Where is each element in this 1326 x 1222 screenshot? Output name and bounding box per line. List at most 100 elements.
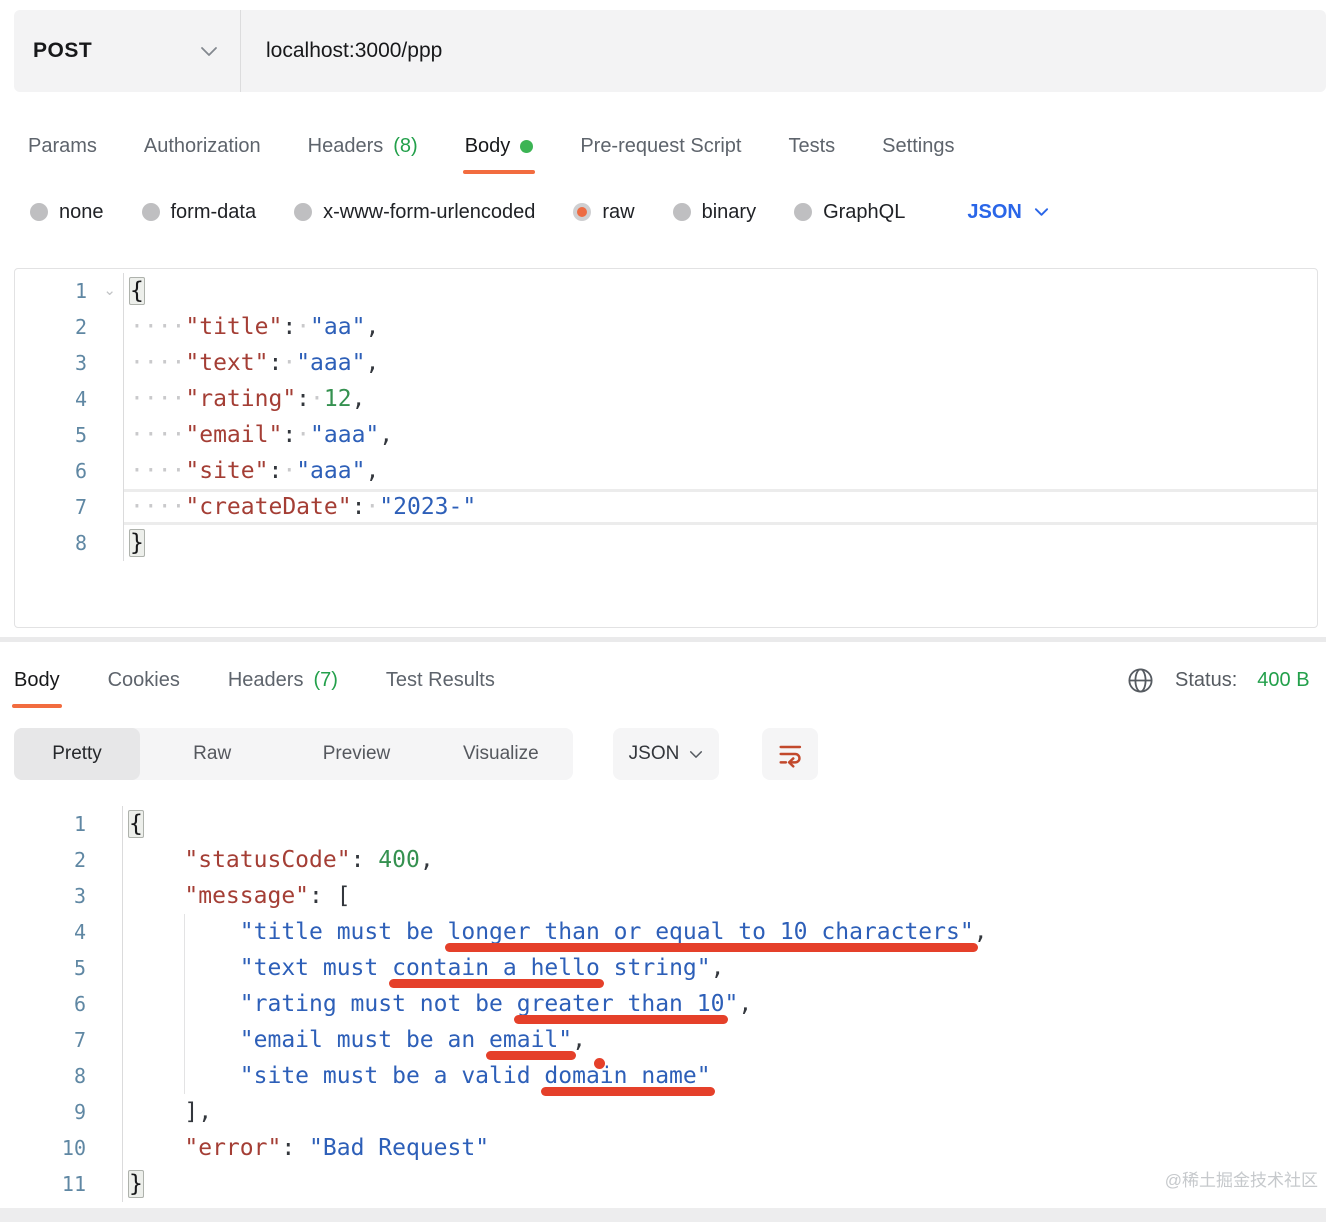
body-type-options: none form-data x-www-form-urlencoded raw…	[30, 190, 1049, 234]
code-text: "statusCode": 400,	[123, 842, 1326, 878]
code-line: 8 "site must be a valid domain name"	[14, 1058, 1326, 1094]
tab-response-headers[interactable]: Headers(7)	[228, 652, 338, 708]
line-number: 1	[14, 806, 123, 842]
view-pretty[interactable]: Pretty	[14, 728, 140, 780]
radio-form-data[interactable]: form-data	[142, 201, 257, 224]
code-text: "site must be a valid domain name"	[123, 1058, 1326, 1094]
tab-params[interactable]: Params	[28, 118, 97, 174]
response-format-select[interactable]: JSON	[613, 728, 719, 780]
code-text: "text must contain a hello string",	[123, 950, 1326, 986]
request-url-bar: POST localhost:3000/ppp	[14, 10, 1326, 92]
view-visualize[interactable]: Visualize	[429, 728, 573, 780]
wrap-lines-button[interactable]	[762, 728, 818, 780]
tab-pre-request-script[interactable]: Pre-request Script	[580, 118, 741, 174]
radio-raw[interactable]: raw	[573, 201, 634, 224]
headers-count-badge: (8)	[393, 135, 417, 158]
code-line: 2 "statusCode": 400,	[14, 842, 1326, 878]
code-line: 5 "text must contain a hello string",	[14, 950, 1326, 986]
code-line: 1{	[14, 806, 1326, 842]
line-number: 1⌄	[15, 273, 124, 309]
wrap-lines-icon	[776, 740, 804, 768]
tab-body[interactable]: Body	[465, 118, 534, 174]
tab-test-results[interactable]: Test Results	[386, 652, 495, 708]
red-underline-annotation: longer than or equal to 10 characters"	[448, 919, 974, 945]
line-number: 6	[14, 986, 123, 1022]
code-line: 7 "email must be an email",	[14, 1022, 1326, 1058]
line-number: 6	[15, 453, 124, 489]
line-number: 7	[15, 489, 124, 525]
line-number: 9	[14, 1094, 123, 1130]
radio-icon	[294, 203, 312, 221]
code-text[interactable]: ····"site":·"aaa",	[124, 453, 1317, 489]
code-text[interactable]: {	[124, 273, 1317, 309]
code-line[interactable]: 3····"text":·"aaa",	[15, 345, 1317, 381]
view-raw[interactable]: Raw	[140, 728, 284, 780]
code-line[interactable]: 5····"email":·"aaa",	[15, 417, 1317, 453]
line-number: 10	[14, 1130, 123, 1166]
code-text: ],	[123, 1094, 1326, 1130]
tab-headers[interactable]: Headers(8)	[308, 118, 418, 174]
line-number: 11	[14, 1166, 123, 1202]
code-text: }	[123, 1166, 1326, 1202]
line-number: 8	[14, 1058, 123, 1094]
red-underline-annotation: domain name"	[544, 1063, 710, 1089]
tab-settings[interactable]: Settings	[882, 118, 954, 174]
line-number: 4	[14, 914, 123, 950]
code-text: "rating must not be greater than 10",	[123, 986, 1326, 1022]
code-line: 10 "error": "Bad Request"	[14, 1130, 1326, 1166]
response-tabs: Body Cookies Headers(7) Test Results	[14, 652, 495, 708]
code-text: "email must be an email",	[123, 1022, 1326, 1058]
method-select[interactable]: POST	[14, 10, 240, 92]
radio-x-www-form-urlencoded[interactable]: x-www-form-urlencoded	[294, 201, 535, 224]
response-view-switcher: Pretty Raw Preview Visualize	[14, 728, 573, 780]
code-text[interactable]: ····"email":·"aaa",	[124, 417, 1317, 453]
code-line: 4 "title must be longer than or equal to…	[14, 914, 1326, 950]
bottom-status-band	[0, 1208, 1326, 1222]
response-body-viewer: 1{2 "statusCode": 400,3 "message": [4 "t…	[14, 800, 1326, 1202]
code-line[interactable]: 7····"createDate":·"2023-"	[15, 489, 1317, 525]
radio-icon	[673, 203, 691, 221]
request-body-editor[interactable]: 1⌄{2····"title":·"aa",3····"text":·"aaa"…	[14, 268, 1318, 628]
code-line[interactable]: 8}	[15, 525, 1317, 561]
indent-guide	[184, 986, 185, 1022]
radio-icon	[142, 203, 160, 221]
url-input[interactable]: localhost:3000/ppp	[241, 10, 1326, 92]
chevron-down-icon	[1034, 207, 1049, 217]
tab-cookies[interactable]: Cookies	[108, 652, 180, 708]
code-line: 11}	[14, 1166, 1326, 1202]
request-tabs: Params Authorization Headers(8) Body Pre…	[28, 118, 954, 174]
tab-tests[interactable]: Tests	[788, 118, 835, 174]
pane-divider[interactable]	[0, 637, 1326, 642]
code-line[interactable]: 2····"title":·"aa",	[15, 309, 1317, 345]
code-text[interactable]: ····"createDate":·"2023-"	[124, 489, 1317, 525]
radio-binary[interactable]: binary	[673, 201, 756, 224]
code-text[interactable]: ····"title":·"aa",	[124, 309, 1317, 345]
radio-graphql[interactable]: GraphQL	[794, 201, 905, 224]
code-line[interactable]: 4····"rating":·12,	[15, 381, 1317, 417]
fold-chevron-icon[interactable]: ⌄	[103, 273, 116, 309]
code-line[interactable]: 1⌄{	[15, 273, 1317, 309]
code-text[interactable]: ····"rating":·12,	[124, 381, 1317, 417]
radio-none[interactable]: none	[30, 201, 104, 224]
watermark: @稀土掘金技术社区	[1165, 1166, 1318, 1191]
response-headers-count-badge: (7)	[313, 669, 337, 692]
code-line: 9 ],	[14, 1094, 1326, 1130]
radio-icon	[794, 203, 812, 221]
red-underline-annotation: email"	[489, 1027, 572, 1053]
line-number: 8	[15, 525, 124, 561]
tab-authorization[interactable]: Authorization	[144, 118, 261, 174]
code-line: 6 "rating must not be greater than 10",	[14, 986, 1326, 1022]
line-number: 4	[15, 381, 124, 417]
line-number: 2	[14, 842, 123, 878]
chevron-down-icon	[200, 46, 218, 57]
status-value: 400 B	[1257, 669, 1309, 692]
indent-guide	[184, 1058, 185, 1094]
globe-icon[interactable]	[1126, 666, 1155, 695]
view-preview[interactable]: Preview	[284, 728, 428, 780]
code-text[interactable]: }	[124, 525, 1317, 561]
code-text[interactable]: ····"text":·"aaa",	[124, 345, 1317, 381]
code-line[interactable]: 6····"site":·"aaa",	[15, 453, 1317, 489]
code-text: "error": "Bad Request"	[123, 1130, 1326, 1166]
tab-response-body[interactable]: Body	[14, 652, 60, 708]
raw-format-select[interactable]: JSON	[967, 201, 1048, 224]
